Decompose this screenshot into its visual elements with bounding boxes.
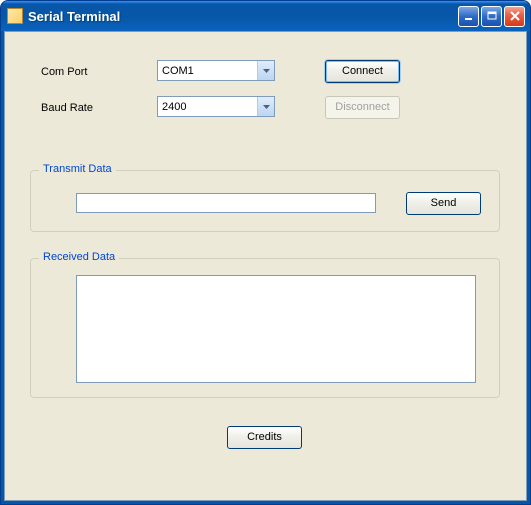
credits-button[interactable]: Credits (227, 426, 302, 449)
com-port-label: Com Port (41, 66, 87, 78)
send-button[interactable]: Send (406, 192, 481, 215)
transmit-input[interactable] (76, 193, 376, 213)
received-textarea[interactable] (76, 275, 476, 383)
baud-rate-combo[interactable]: 2400 (157, 96, 275, 117)
com-port-value: COM1 (162, 65, 194, 77)
titlebar: Serial Terminal (1, 1, 530, 31)
client-area: Com Port COM1 Connect Baud Rate 2400 Dis… (4, 31, 527, 501)
window-controls (458, 6, 525, 27)
window-title: Serial Terminal (28, 9, 458, 24)
connect-button[interactable]: Connect (325, 60, 400, 83)
close-icon (510, 11, 520, 21)
content: Com Port COM1 Connect Baud Rate 2400 Dis… (5, 32, 526, 500)
chevron-down-icon (257, 61, 274, 80)
com-port-combo[interactable]: COM1 (157, 60, 275, 81)
disconnect-button: Disconnect (325, 96, 400, 119)
app-icon (7, 8, 23, 24)
maximize-icon (487, 11, 497, 21)
close-button[interactable] (504, 6, 525, 27)
received-groupbox: Received Data (30, 258, 500, 398)
window-frame: Serial Terminal Com Port COM1 Connect (0, 0, 531, 505)
minimize-icon (464, 11, 474, 21)
baud-rate-value: 2400 (162, 101, 186, 113)
minimize-button[interactable] (458, 6, 479, 27)
transmit-groupbox: Transmit Data Send (30, 170, 500, 232)
transmit-group-title: Transmit Data (39, 163, 116, 175)
maximize-button[interactable] (481, 6, 502, 27)
chevron-down-icon (257, 97, 274, 116)
received-group-title: Received Data (39, 251, 119, 263)
baud-rate-label: Baud Rate (41, 102, 93, 114)
